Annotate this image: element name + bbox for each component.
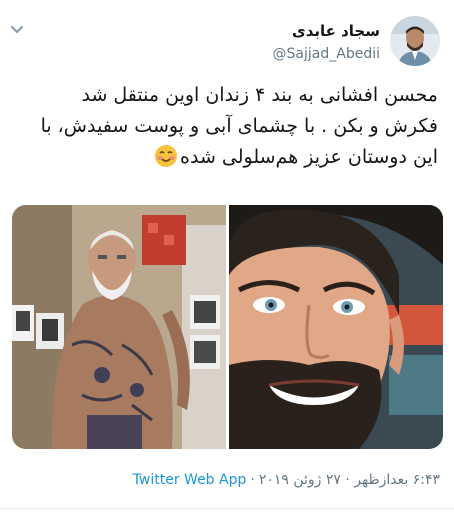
divider [0, 508, 454, 509]
tweet-media[interactable] [12, 205, 443, 449]
chevron-down-icon[interactable] [10, 22, 24, 36]
tweet-text-line: فکرش و بکن . با چشمای آبی و پوست سفیدش، … [40, 115, 438, 137]
meta-separator: · [250, 472, 255, 488]
tweet-text: محسن افشانی به بند ۴ زندان اوین منتقل شد… [14, 80, 438, 173]
smiling-face-icon [154, 144, 178, 168]
media-photo-left[interactable] [12, 205, 226, 449]
tweet-text-line: این دوستان عزیز هم‌سلولی شده [14, 142, 438, 173]
author-name[interactable]: سجاد عابدی [292, 22, 380, 40]
tweet-meta: Twitter Web App · ۶:۴۳ بعدازظهر · ۲۷ ژوئ… [133, 472, 440, 488]
avatar[interactable] [390, 16, 440, 66]
tweet-text-fragment: این دوستان عزیز هم‌سلولی شده [180, 146, 438, 168]
tweet-timestamp[interactable]: ۶:۴۳ بعدازظهر · ۲۷ ژوئن ۲۰۱۹ [259, 472, 440, 488]
source-link[interactable]: Twitter Web App [133, 472, 247, 488]
author-handle[interactable]: @Sajjad_Abedii [273, 46, 380, 62]
media-photo-right[interactable] [229, 205, 443, 449]
tweet-text-line: محسن افشانی به بند ۴ زندان اوین منتقل شد [81, 84, 438, 106]
